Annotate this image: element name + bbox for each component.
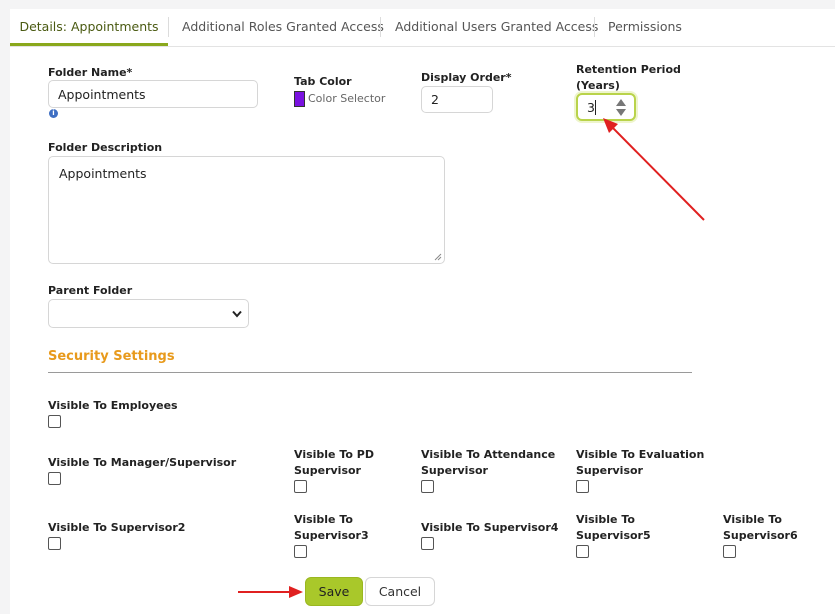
display-order-value: 2 xyxy=(431,92,439,107)
retention-label: Retention Period xyxy=(576,63,681,76)
chevron-down-icon xyxy=(232,310,242,318)
color-selector-label[interactable]: Color Selector xyxy=(308,91,385,107)
visible-supervisor6-label: Visible To xyxy=(723,513,782,526)
tab-divider xyxy=(380,17,381,37)
retention-label-years: (Years) xyxy=(576,79,620,92)
cancel-button[interactable]: Cancel xyxy=(365,577,435,606)
display-order-label: Display Order* xyxy=(421,71,512,84)
tab-additional-users[interactable]: Additional Users Granted Access xyxy=(395,9,598,45)
tab-additional-roles[interactable]: Additional Roles Granted Access xyxy=(182,9,384,45)
folder-description-value: Appointments xyxy=(59,166,147,181)
visible-supervisor2-checkbox[interactable] xyxy=(48,537,61,550)
visible-supervisor3-label: Visible To xyxy=(294,513,353,526)
visible-supervisor5-label-line2: Supervisor5 xyxy=(576,529,651,542)
tab-permissions[interactable]: Permissions xyxy=(608,9,682,45)
folder-description-textarea[interactable]: Appointments xyxy=(48,156,445,264)
security-settings-title: Security Settings xyxy=(48,349,175,364)
folder-description-label: Folder Description xyxy=(48,141,163,154)
retention-period-input[interactable]: 3 xyxy=(576,93,636,121)
visible-supervisor3-label-line2: Supervisor3 xyxy=(294,529,369,542)
visible-supervisor3-checkbox[interactable] xyxy=(294,545,307,558)
visible-supervisor5-label: Visible To xyxy=(576,513,635,526)
visible-manager-label: Visible To Manager/Supervisor xyxy=(48,456,237,469)
visible-supervisor5-checkbox[interactable] xyxy=(576,545,589,558)
tab-details[interactable]: Details: Appointments xyxy=(10,9,168,46)
visible-supervisor4-label: Visible To Supervisor4 xyxy=(421,521,559,534)
tab-divider xyxy=(594,17,595,37)
spinner-icon[interactable] xyxy=(615,98,627,118)
visible-attendance-label-line2: Supervisor xyxy=(421,464,488,477)
visible-attendance-label: Visible To Attendance xyxy=(421,448,556,461)
visible-evaluation-label-line2: Supervisor xyxy=(576,464,643,477)
visible-attendance-checkbox[interactable] xyxy=(421,480,434,493)
visible-supervisor6-checkbox[interactable] xyxy=(723,545,736,558)
visible-evaluation-label: Visible To Evaluation xyxy=(576,448,705,461)
visible-supervisor6-label-line2: Supervisor6 xyxy=(723,529,798,542)
resize-handle-icon[interactable] xyxy=(434,253,442,261)
visible-pd-label-line2: Supervisor xyxy=(294,464,361,477)
folder-name-label: Folder Name* xyxy=(48,66,133,79)
color-swatch[interactable] xyxy=(294,91,305,107)
visible-supervisor4-checkbox[interactable] xyxy=(421,537,434,550)
folder-name-value: Appointments xyxy=(58,86,146,102)
info-icon[interactable]: i xyxy=(49,109,58,118)
visible-supervisor2-label: Visible To Supervisor2 xyxy=(48,521,186,534)
tab-bar: Details: Appointments Additional Roles G… xyxy=(10,9,835,47)
visible-employees-label: Visible To Employees xyxy=(48,399,178,412)
display-order-input[interactable]: 2 xyxy=(421,86,493,113)
text-caret xyxy=(595,100,596,115)
folder-name-input[interactable]: Appointments xyxy=(48,80,258,108)
retention-value: 3 xyxy=(587,100,595,115)
parent-folder-label: Parent Folder xyxy=(48,284,133,297)
parent-folder-select[interactable] xyxy=(48,299,249,328)
tab-color-label: Tab Color xyxy=(294,75,352,88)
visible-employees-checkbox[interactable] xyxy=(48,415,61,428)
save-button[interactable]: Save xyxy=(305,577,363,606)
section-divider xyxy=(48,372,692,373)
tab-divider xyxy=(168,17,169,37)
visible-pd-checkbox[interactable] xyxy=(294,480,307,493)
visible-manager-checkbox[interactable] xyxy=(48,472,61,485)
visible-pd-label: Visible To PD xyxy=(294,448,374,461)
visible-evaluation-checkbox[interactable] xyxy=(576,480,589,493)
